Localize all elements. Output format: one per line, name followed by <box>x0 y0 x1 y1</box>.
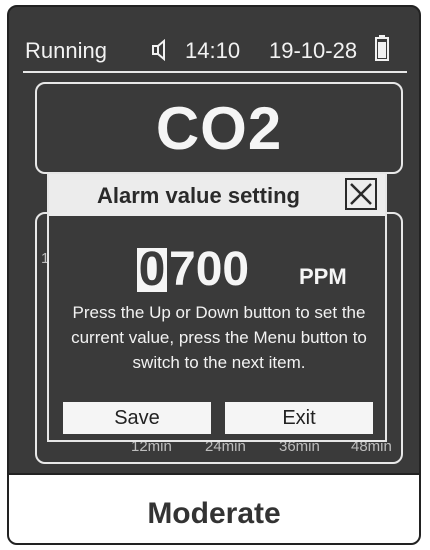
save-button[interactable]: Save <box>63 402 211 434</box>
level-footer: Moderate <box>9 473 419 543</box>
clock-time: 14:10 <box>185 38 241 63</box>
alarm-value-digits: 700 <box>169 243 250 296</box>
gas-name: CO2 <box>155 95 283 162</box>
dialog-instructions: Press the Up or Down button to set the c… <box>71 303 367 372</box>
battery-icon <box>375 35 389 61</box>
status-divider <box>23 71 407 73</box>
alarm-value-selected-digit[interactable]: 0 <box>137 246 167 294</box>
level-status: Moderate <box>147 497 281 530</box>
device-screen: Running 14:10 19-10-28 CO2 1 12min 24min… <box>7 5 421 545</box>
dialog-title: Alarm value setting <box>97 183 300 208</box>
status-running: Running <box>25 38 107 63</box>
gas-panel: CO2 <box>35 82 403 174</box>
alarm-value-unit: PPM <box>299 264 347 289</box>
alarm-setting-dialog: Alarm value setting 0 700 PPM Press the … <box>47 172 387 442</box>
dialog-header: Alarm value setting <box>49 174 385 216</box>
exit-button[interactable]: Exit <box>225 402 373 434</box>
status-bar: Running 14:10 19-10-28 <box>9 7 419 75</box>
clock-date: 19-10-28 <box>269 38 358 63</box>
speaker-icon <box>149 38 171 62</box>
close-button[interactable] <box>345 178 377 210</box>
close-icon <box>350 183 372 205</box>
alarm-value-field[interactable]: 0 700 PPM <box>49 240 385 300</box>
